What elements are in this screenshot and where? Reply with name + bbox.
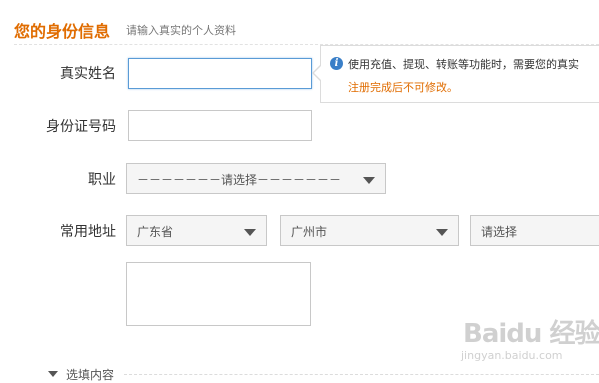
id-number-input[interactable] [128, 110, 312, 141]
id-number-label: 身份证号码 [46, 119, 116, 135]
info-icon: i [330, 57, 343, 70]
tooltip-message: 使用充值、提现、转账等功能时，需要您的真实 [348, 58, 579, 71]
occupation-selected-value: －－－－－－－请选择－－－－－－－ [137, 173, 342, 187]
occupation-label: 职业 [88, 172, 116, 188]
city-select[interactable]: 广州市 [280, 215, 459, 246]
expand-arrow-icon [48, 371, 58, 377]
district-selected-value: 请选择 [481, 225, 518, 239]
chevron-down-icon [363, 177, 375, 184]
section-subtitle: 请输入真实的个人资料 [126, 24, 236, 37]
real-name-tooltip: i 使用充值、提现、转账等功能时，需要您的真实 注册完成后不可修改。 [312, 45, 599, 103]
watermark-url: jingyan.baidu.com [461, 349, 563, 362]
baidu-jingyan-watermark: Baidu 经验 jingyan.baidu.com [455, 311, 599, 371]
tooltip-warning: 注册完成后不可修改。 [348, 81, 458, 94]
optional-divider [124, 374, 599, 375]
chevron-down-icon [436, 229, 448, 236]
occupation-select[interactable]: －－－－－－－请选择－－－－－－－ [126, 163, 386, 194]
watermark-logo: Baidu 经验 [463, 319, 599, 349]
address-label: 常用地址 [60, 224, 116, 240]
chevron-down-icon [244, 229, 256, 236]
real-name-label: 真实姓名 [60, 66, 116, 82]
province-selected-value: 广东省 [137, 225, 174, 239]
real-name-input[interactable] [128, 58, 312, 89]
section-title: 您的身份信息 [14, 22, 111, 41]
district-select[interactable]: 请选择 [470, 215, 599, 246]
address-detail-textarea[interactable] [126, 262, 311, 326]
optional-section-label: 选填内容 [66, 368, 115, 382]
city-selected-value: 广州市 [291, 225, 328, 239]
province-select[interactable]: 广东省 [126, 215, 267, 246]
